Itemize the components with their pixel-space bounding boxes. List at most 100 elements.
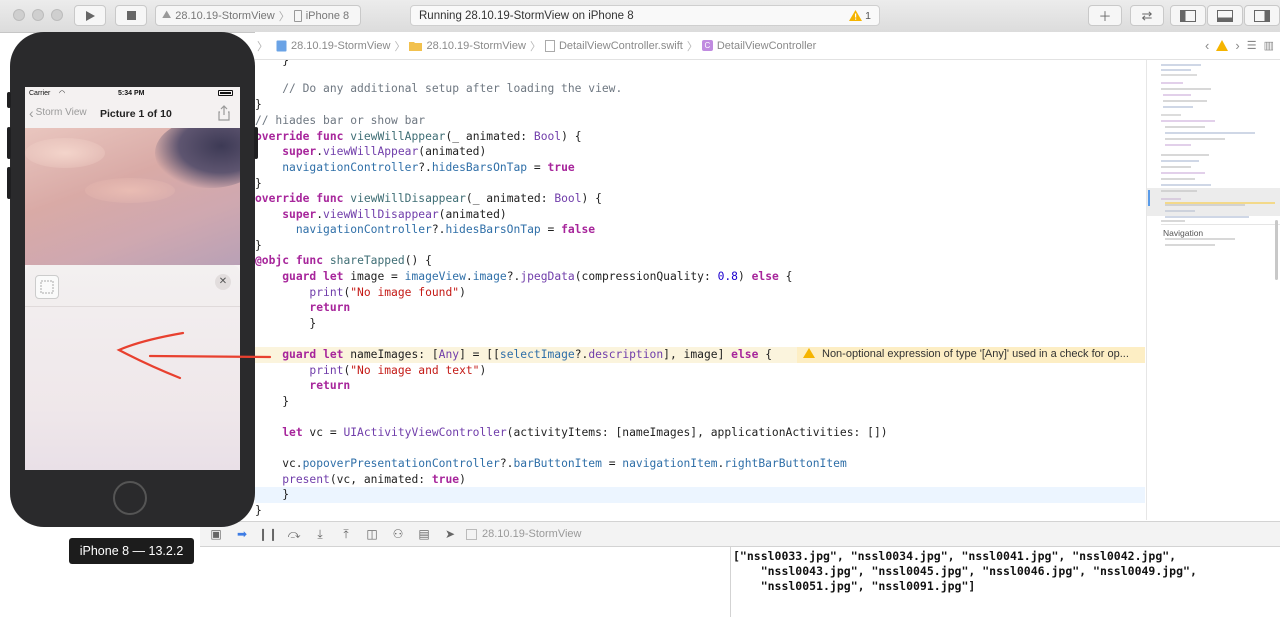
step-over-icon[interactable]: ⤼: [284, 527, 304, 542]
issue-warning-icon[interactable]: [1216, 40, 1229, 51]
code-line: guard let image = imageView.image?.jpegD…: [282, 270, 793, 283]
folder-icon: [409, 42, 423, 51]
crumb-project[interactable]: 28.10.19-StormView: [276, 40, 390, 52]
home-button[interactable]: [113, 481, 147, 515]
code-line: super.viewWillDisappear(animated): [282, 208, 507, 221]
carrier-label: Carrier: [29, 90, 51, 97]
environment-overrides-icon[interactable]: ▤: [414, 527, 434, 541]
crumb-group[interactable]: 28.10.19-StormView: [409, 39, 526, 52]
warning-indicator[interactable]: 1: [849, 10, 871, 22]
toggle-navigator-button[interactable]: [1170, 5, 1206, 26]
back-chevron-icon: ‹: [29, 104, 34, 121]
code-line: vc.popoverPresentationController?.barBut…: [255, 457, 847, 470]
variables-view[interactable]: [200, 547, 731, 617]
related-items-icon[interactable]: ☰: [1247, 39, 1257, 52]
code-line: navigationController?.hidesBarsOnTap = t…: [282, 161, 575, 174]
code-editor[interactable]: } // Do any additional setup after loadi…: [255, 60, 1145, 520]
code-line: print("No image found"): [309, 286, 466, 299]
inline-warning[interactable]: Non-optional expression of type '[Any]' …: [797, 347, 1145, 363]
xcode-toolbar: ⛰ 28.10.19-StormView 〉 iPhone 8 Running …: [0, 0, 1280, 33]
breakpoints-toggle-icon[interactable]: ➡: [232, 527, 252, 541]
code-line-warning: guard let nameImages: [Any] = [[selectIm…: [255, 347, 1145, 363]
app-target-icon: ⛰: [162, 9, 172, 21]
code-line: @objc func shareTapped() {: [255, 254, 432, 267]
share-icon[interactable]: [218, 105, 230, 121]
code-line: }: [255, 177, 262, 190]
simulator-screen[interactable]: Carrier ◠ 5:34 PM ‹ Storm View Picture 1…: [25, 87, 240, 470]
simulator-device-label: iPhone 8 — 13.2.2: [69, 538, 194, 564]
volume-up-button: [7, 127, 11, 159]
close-window-button[interactable]: [13, 9, 25, 21]
left-panel-icon: [1180, 9, 1196, 22]
scheme-target-label: 28.10.19-StormView: [175, 9, 275, 22]
navigation-bar: ‹ Storm View Picture 1 of 10: [25, 101, 240, 129]
library-button[interactable]: ＋: [1088, 5, 1122, 26]
image-placeholder-icon: [40, 280, 54, 294]
crumb-file[interactable]: DetailViewController.swift: [544, 39, 683, 52]
previous-issue-icon[interactable]: ‹: [1205, 38, 1209, 53]
code-line: }: [255, 98, 262, 111]
code-line: // hiades bar or show bar: [255, 114, 426, 127]
code-line: override func viewWillAppear(_ animated:…: [255, 130, 582, 143]
zoom-window-button[interactable]: [51, 9, 63, 21]
scheme-selector[interactable]: ⛰ 28.10.19-StormView 〉 iPhone 8: [155, 5, 361, 26]
code-line: }: [255, 504, 262, 517]
step-into-icon[interactable]: ⤓: [310, 527, 330, 542]
debug-console[interactable]: ["nssl0033.jpg", "nssl0034.jpg", "nssl00…: [200, 547, 1280, 617]
status-text: Running 28.10.19-StormView on iPhone 8: [419, 9, 634, 22]
code-line: super.viewWillAppear(animated): [282, 145, 487, 158]
run-button[interactable]: [74, 5, 106, 26]
toggle-debug-area-button[interactable]: [1207, 5, 1243, 26]
status-bar: Carrier ◠ 5:34 PM: [25, 87, 240, 101]
storm-image: [25, 128, 240, 265]
share-sheet[interactable]: ✕: [25, 265, 240, 470]
code-line: print("No image and text"): [309, 364, 487, 377]
crumb-symbol[interactable]: C DetailViewController: [701, 39, 817, 52]
view-hierarchy-icon[interactable]: ◫: [362, 527, 382, 541]
code-line: present(vc, animated: true): [282, 473, 466, 486]
class-symbol-icon: C: [701, 40, 713, 51]
scheme-device-label: iPhone 8: [305, 9, 350, 22]
code-line: // Do any additional setup after loading…: [255, 82, 623, 95]
console-output: ["nssl0033.jpg", "nssl0034.jpg", "nssl00…: [733, 549, 1197, 593]
step-out-icon[interactable]: ⤒: [336, 527, 356, 542]
simulate-location-icon[interactable]: ➤: [440, 527, 460, 541]
crumb-symbol-label: DetailViewController: [716, 39, 817, 52]
activity-status: Running 28.10.19-StormView on iPhone 8 1: [410, 5, 880, 26]
minimap-marker: [1148, 190, 1150, 206]
code-line: }: [255, 239, 262, 252]
share-preview-thumbnail: [35, 275, 59, 299]
side-button: [254, 127, 258, 159]
minimap-section-label: Navigation: [1163, 228, 1204, 238]
code-line: navigationController?.hidesBarsOnTap = f…: [295, 223, 596, 236]
code-line: }: [255, 395, 290, 408]
minimap-scrollbar[interactable]: [1275, 220, 1278, 280]
editor-split-icon[interactable]: ▥: [1264, 39, 1274, 52]
code-line-current: }: [255, 487, 1145, 503]
stop-button[interactable]: [115, 5, 147, 26]
hide-debug-area-icon[interactable]: ▣: [206, 527, 226, 541]
memory-graph-icon[interactable]: ⚇: [388, 527, 408, 541]
code-review-button[interactable]: ⇄: [1130, 5, 1164, 26]
close-share-sheet-button[interactable]: ✕: [215, 274, 231, 290]
bottom-panel-icon: [1217, 9, 1233, 22]
minimap[interactable]: Navigation: [1146, 60, 1280, 520]
pause-icon[interactable]: ❙❙: [258, 527, 278, 541]
crumb-project-label: 28.10.19-StormView: [291, 39, 391, 52]
code-line: let vc = UIActivityViewController(activi…: [282, 426, 888, 439]
code-line: override func viewWillDisappear(_ animat…: [255, 192, 602, 205]
crumb-group-label: 28.10.19-StormView: [426, 39, 526, 52]
next-issue-icon[interactable]: ›: [1235, 38, 1239, 53]
warning-count: 1: [865, 9, 871, 22]
code-line: }: [255, 60, 290, 67]
volume-down-button: [7, 167, 11, 199]
play-icon: [86, 10, 95, 21]
project-file-icon: [276, 40, 287, 51]
nav-title: Picture 1 of 10: [100, 108, 172, 120]
back-button[interactable]: ‹ Storm View: [29, 104, 87, 121]
swift-file-icon: [544, 39, 555, 52]
toggle-inspector-button[interactable]: [1244, 5, 1280, 26]
minimize-window-button[interactable]: [32, 9, 44, 21]
crumb-file-label: DetailViewController.swift: [558, 39, 683, 52]
jumpbar-back-icon[interactable]: 〉: [257, 38, 268, 54]
